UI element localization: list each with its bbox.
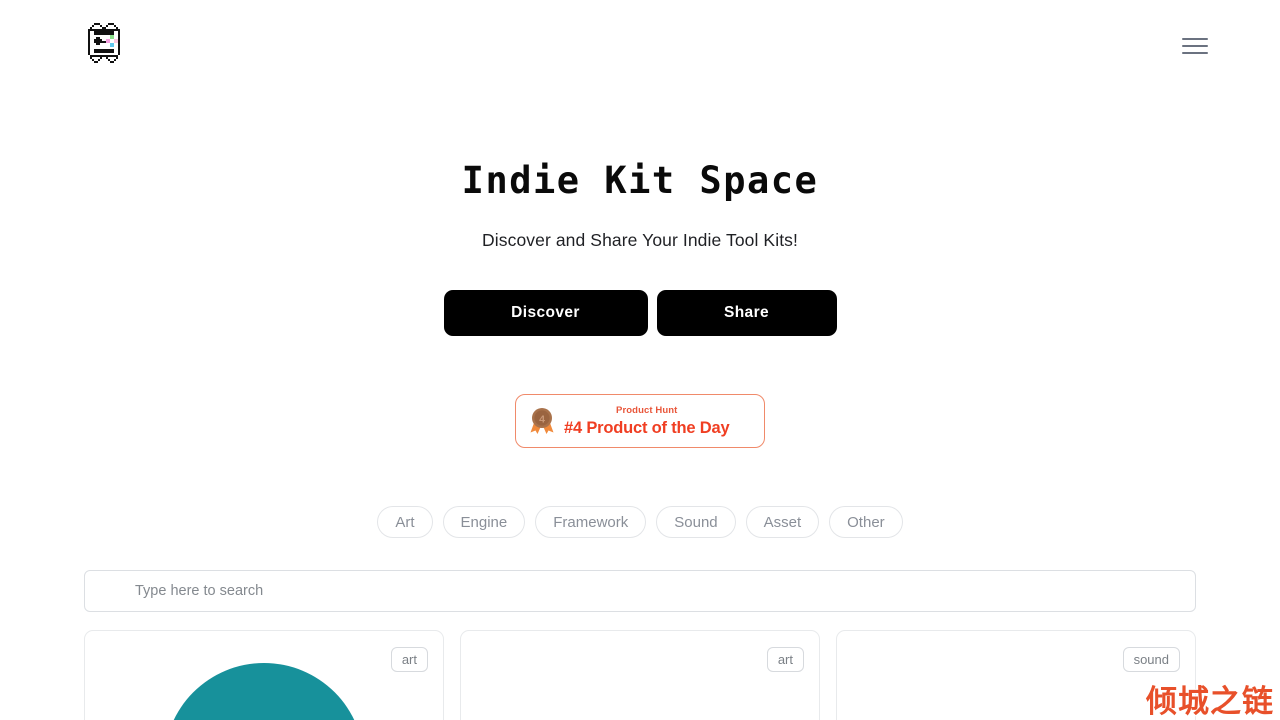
product-hunt-kicker: Product Hunt <box>616 405 678 416</box>
hero-action-buttons: Discover Share <box>0 290 1280 336</box>
kit-card[interactable]: art <box>460 630 820 720</box>
category-filter-row: Art Engine Framework Sound Asset Other <box>0 506 1280 538</box>
kit-card[interactable]: art <box>84 630 444 720</box>
menu-bar-3 <box>1182 52 1208 54</box>
category-pill-engine[interactable]: Engine <box>442 506 526 538</box>
product-hunt-badge[interactable]: 4 Product Hunt #4 Product of the Day <box>515 394 765 448</box>
site-logo[interactable] <box>88 23 146 69</box>
kit-card-tag[interactable]: sound <box>1122 647 1180 672</box>
kit-card-tag[interactable]: art <box>390 647 428 672</box>
site-header <box>0 0 1280 92</box>
category-pill-asset[interactable]: Asset <box>745 506 820 538</box>
hamburger-menu-icon[interactable] <box>1182 33 1208 59</box>
category-pill-sound[interactable]: Sound <box>656 506 736 538</box>
kit-card-tag[interactable]: art <box>766 647 804 672</box>
kit-card[interactable]: sound <box>836 630 1196 720</box>
medal-rank-number: 4 <box>539 414 545 426</box>
kit-card-media <box>837 631 1195 720</box>
product-hunt-badge-wrap: 4 Product Hunt #4 Product of the Day <box>0 394 1280 448</box>
category-pill-framework[interactable]: Framework <box>535 506 647 538</box>
product-hunt-text: Product Hunt #4 Product of the Day <box>564 405 730 437</box>
kit-card-grid: art art sound <box>0 630 1280 720</box>
search-section <box>0 570 1280 612</box>
category-pill-other[interactable]: Other <box>829 506 903 538</box>
share-button[interactable]: Share <box>656 290 837 336</box>
discover-button[interactable]: Discover <box>443 290 648 336</box>
page-subtitle: Discover and Share Your Indie Tool Kits! <box>482 230 798 250</box>
kit-card-media <box>85 631 443 720</box>
category-pill-art[interactable]: Art <box>377 506 433 538</box>
product-hunt-headline: #4 Product of the Day <box>564 418 730 437</box>
kit-card-media <box>461 631 819 720</box>
page-title: Indie Kit Space <box>461 159 819 202</box>
medal-icon: 4 <box>529 407 555 435</box>
teal-circle-graphic <box>164 663 364 720</box>
hero-section: Indie Kit Space Discover and Share Your … <box>0 162 1280 448</box>
search-input[interactable] <box>84 570 1196 612</box>
menu-bar-2 <box>1182 45 1208 47</box>
menu-bar-1 <box>1182 38 1208 40</box>
pixel-gamepad-icon <box>88 23 146 69</box>
